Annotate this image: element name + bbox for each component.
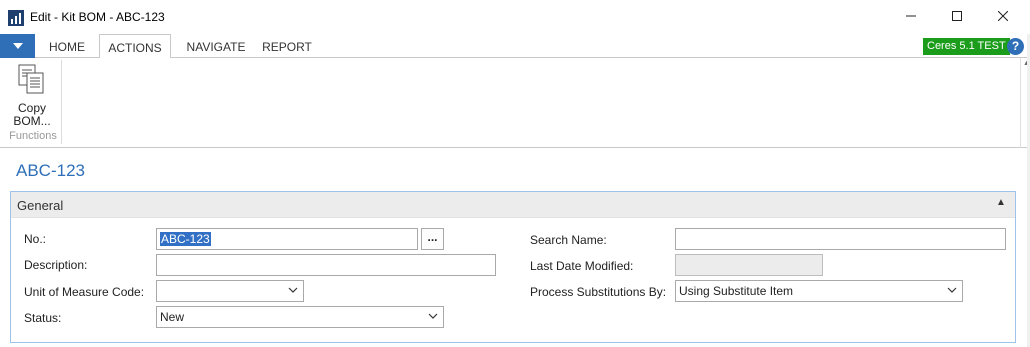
description-field[interactable] [156, 254, 496, 276]
ribbon-group-functions: Copy BOM... Functions [4, 60, 62, 144]
chevron-down-icon [428, 313, 438, 319]
ribbon-tab-bar: HOME ACTIONS NAVIGATE REPORT Ceres 5.1 T… [0, 34, 1030, 59]
status-select[interactable]: New [156, 306, 444, 328]
process-substitutions-select[interactable]: Using Substitute Item [675, 280, 963, 302]
description-label: Description: [24, 258, 88, 272]
minimize-icon [906, 15, 916, 17]
copy-bom-label: Copy BOM... [13, 101, 51, 128]
environment-badge: Ceres 5.1 TEST [923, 38, 1010, 55]
search-name-label: Search Name: [530, 233, 607, 247]
status-value: New [160, 310, 185, 324]
title-bar: Edit - Kit BOM - ABC-123 [0, 0, 1030, 34]
last-date-modified-label: Last Date Modified: [530, 259, 634, 273]
maximize-icon [952, 11, 962, 21]
process-substitutions-value: Using Substitute Item [679, 284, 794, 298]
no-field[interactable]: ABC-123 [156, 228, 418, 250]
maximize-button[interactable] [934, 0, 980, 32]
copy-document-icon [18, 64, 44, 94]
fasttab-header[interactable]: General ▲ [11, 192, 1015, 218]
status-label: Status: [24, 311, 62, 325]
no-label: No.: [24, 232, 47, 246]
caret-down-icon [12, 43, 23, 49]
tab-navigate[interactable]: NAVIGATE [176, 34, 256, 58]
tab-actions[interactable]: ACTIONS [99, 34, 171, 59]
last-date-modified-field [675, 254, 823, 276]
process-substitutions-label: Process Substitutions By: [530, 285, 667, 299]
close-button[interactable] [980, 0, 1026, 32]
uom-code-select[interactable] [156, 280, 304, 302]
fasttab-title: General [17, 198, 64, 213]
tab-report[interactable]: REPORT [259, 34, 315, 58]
ribbon-panel: Copy BOM... Functions ▲ [0, 58, 1030, 148]
uom-code-label: Unit of Measure Code: [24, 285, 145, 299]
no-lookup-button[interactable]: ... [421, 228, 444, 250]
search-name-field[interactable] [675, 228, 1006, 250]
no-field-value: ABC-123 [160, 232, 211, 246]
collapse-icon[interactable]: ▲ [996, 197, 1006, 208]
app-icon [8, 10, 24, 26]
group-label-functions: Functions [9, 130, 57, 142]
minimize-button[interactable] [888, 0, 934, 32]
application-menu-button[interactable] [0, 34, 35, 58]
chevron-down-icon [288, 287, 298, 293]
page-title: ABC-123 [16, 161, 85, 180]
tab-home[interactable]: HOME [40, 34, 94, 58]
close-icon [998, 11, 1008, 21]
help-icon[interactable]: ? [1007, 38, 1024, 55]
chevron-down-icon [947, 287, 957, 293]
window-title: Edit - Kit BOM - ABC-123 [30, 10, 165, 24]
copy-bom-button[interactable]: Copy BOM... [8, 62, 56, 128]
